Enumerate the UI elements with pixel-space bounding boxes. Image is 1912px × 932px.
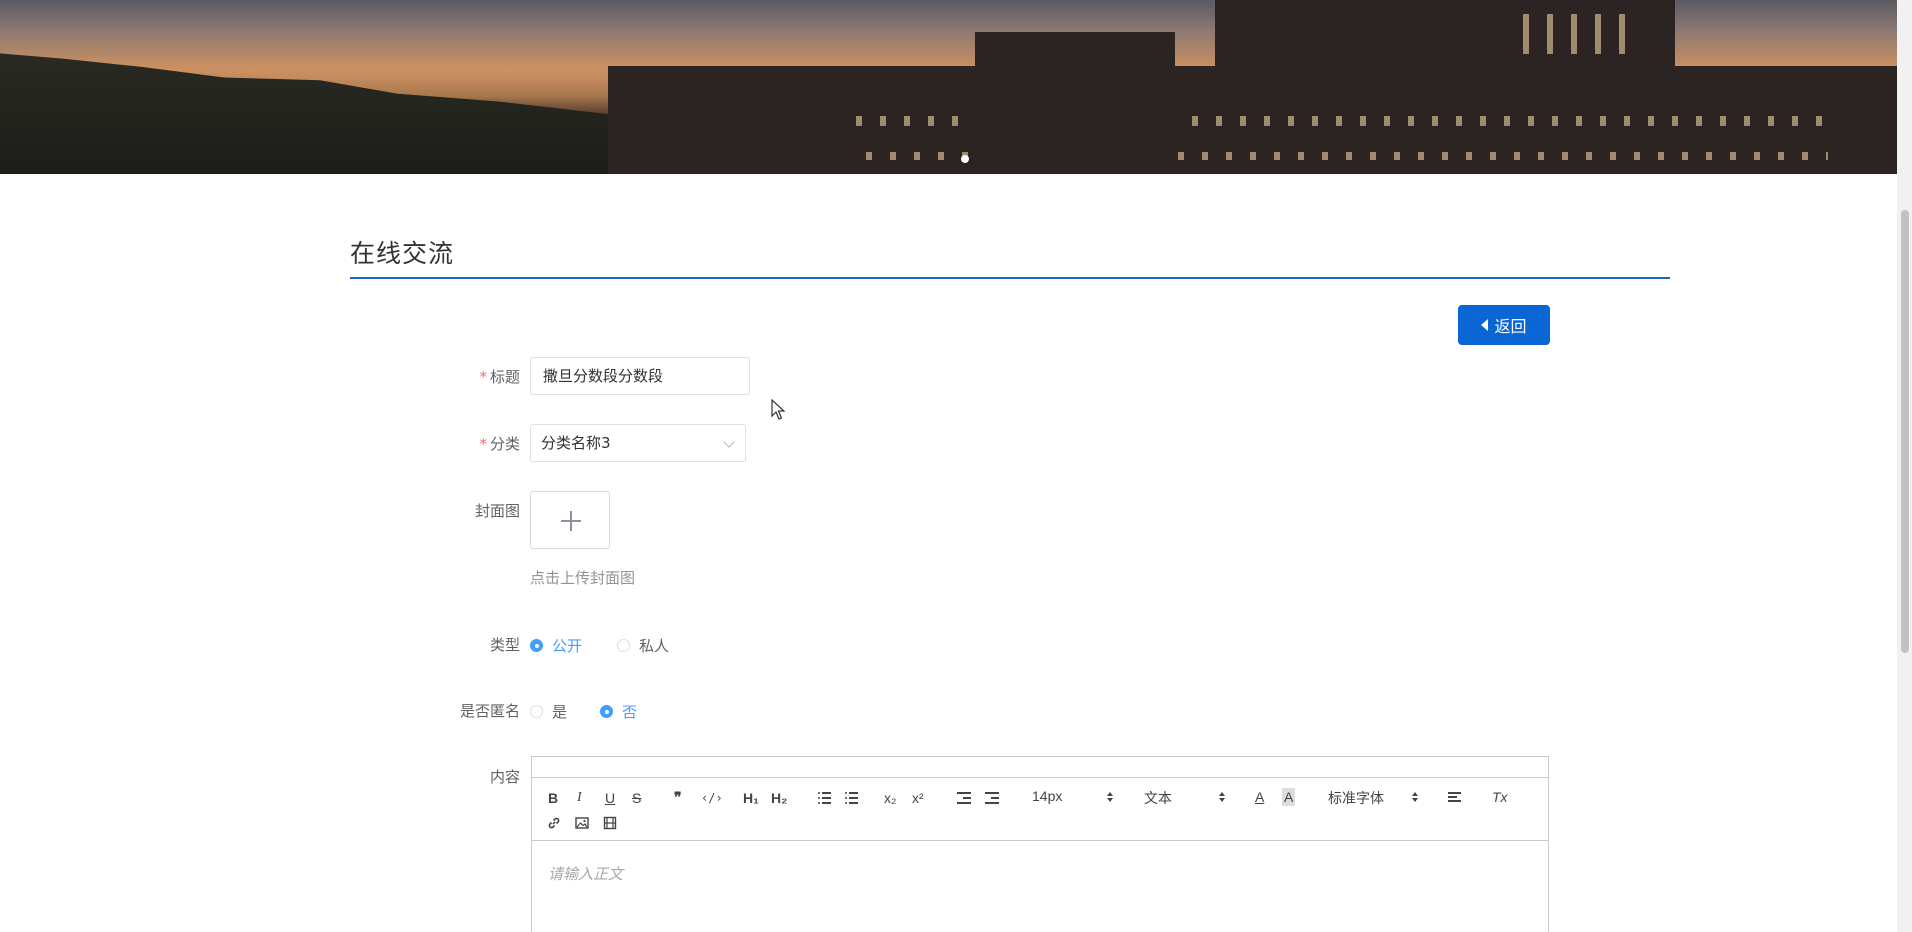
anonymous-label: 是否匿名 — [459, 702, 520, 720]
type-label: 类型 — [489, 636, 520, 654]
page-title: 在线交流 — [350, 239, 455, 268]
code-button[interactable]: ‹/› — [701, 789, 723, 807]
font-size-select[interactable]: 14px — [1032, 788, 1062, 804]
link-icon[interactable] — [547, 815, 561, 829]
radio-unchecked-icon — [530, 705, 543, 718]
title-divider — [350, 277, 1670, 279]
rich-text-editor[interactable]: B I U S ❞ ‹/› H₁ H₂ x₂ x² 14px 文本 A A 标准… — [531, 756, 1549, 932]
banner-building — [608, 66, 1897, 174]
editor-placeholder: 请输入正文 — [548, 865, 624, 883]
type-radio-private[interactable]: 私人 — [617, 635, 669, 656]
title-input[interactable]: 撒旦分数段分数段 — [530, 357, 750, 395]
header-select[interactable]: 文本 — [1144, 788, 1172, 808]
radio-label: 是 — [552, 703, 568, 721]
font-color-button[interactable]: A — [1255, 788, 1264, 806]
back-button[interactable]: 返回 — [1458, 305, 1550, 345]
cover-upload-hint: 点击上传封面图 — [530, 569, 636, 587]
anonymous-radio-yes[interactable]: 是 — [530, 701, 567, 722]
font-family-select[interactable]: 标准字体 — [1328, 788, 1384, 808]
plus-icon — [561, 511, 581, 531]
h2-button[interactable]: H₂ — [771, 789, 787, 807]
ordered-list-icon[interactable] — [818, 792, 831, 804]
strike-button[interactable]: S — [632, 789, 641, 807]
title-label: * 标题 — [479, 368, 520, 386]
radio-unchecked-icon — [617, 639, 630, 652]
underline-button[interactable]: U — [605, 789, 615, 807]
category-select[interactable]: 分类名称3 — [530, 424, 746, 462]
outdent-icon[interactable] — [957, 792, 971, 804]
banner-carousel — [0, 0, 1897, 174]
banner-hills — [0, 53, 640, 174]
radio-label: 私人 — [639, 637, 670, 655]
image-icon[interactable] — [575, 815, 589, 829]
video-icon[interactable] — [603, 815, 617, 830]
required-asterisk: * — [479, 435, 487, 453]
radio-label: 公开 — [552, 637, 583, 655]
subscript-button[interactable]: x₂ — [884, 789, 896, 807]
banner-center-building — [975, 32, 1175, 174]
quote-button[interactable]: ❞ — [674, 788, 682, 806]
caret-left-icon — [1481, 319, 1489, 331]
back-button-label: 返回 — [1494, 317, 1527, 336]
category-label: * 分类 — [479, 435, 520, 453]
radio-checked-icon — [530, 639, 543, 652]
font-size-arrows-icon — [1107, 792, 1113, 802]
content-label: 内容 — [489, 768, 520, 786]
cover-uploader[interactable] — [530, 491, 610, 549]
italic-button[interactable]: I — [577, 789, 582, 807]
cover-label: 封面图 — [474, 502, 520, 520]
editor-toolbar: B I U S ❞ ‹/› H₁ H₂ x₂ x² 14px 文本 A A 标准… — [532, 777, 1548, 841]
banner-tower — [1215, 0, 1675, 70]
header-arrows-icon — [1219, 792, 1225, 802]
bullet-list-icon[interactable] — [845, 792, 858, 804]
superscript-button[interactable]: x² — [912, 789, 924, 807]
radio-checked-icon — [600, 705, 613, 718]
required-asterisk: * — [479, 368, 487, 386]
anonymous-radio-no[interactable]: 否 — [600, 701, 637, 722]
type-radio-public[interactable]: 公开 — [530, 635, 582, 656]
scrollbar-thumb[interactable] — [1901, 210, 1909, 653]
background-color-icon[interactable]: A — [1282, 788, 1296, 806]
clean-format-button[interactable]: Tx — [1492, 788, 1508, 806]
chevron-down-icon — [723, 436, 735, 448]
bold-button[interactable]: B — [548, 789, 558, 807]
align-left-icon[interactable] — [1448, 792, 1461, 802]
mouse-cursor-icon — [771, 399, 786, 420]
indent-icon[interactable] — [985, 792, 999, 804]
radio-label: 否 — [622, 703, 638, 721]
carousel-indicator[interactable] — [961, 155, 969, 163]
h1-button[interactable]: H₁ — [743, 789, 759, 807]
font-family-arrows-icon — [1412, 792, 1418, 802]
category-select-value: 分类名称3 — [541, 434, 611, 452]
